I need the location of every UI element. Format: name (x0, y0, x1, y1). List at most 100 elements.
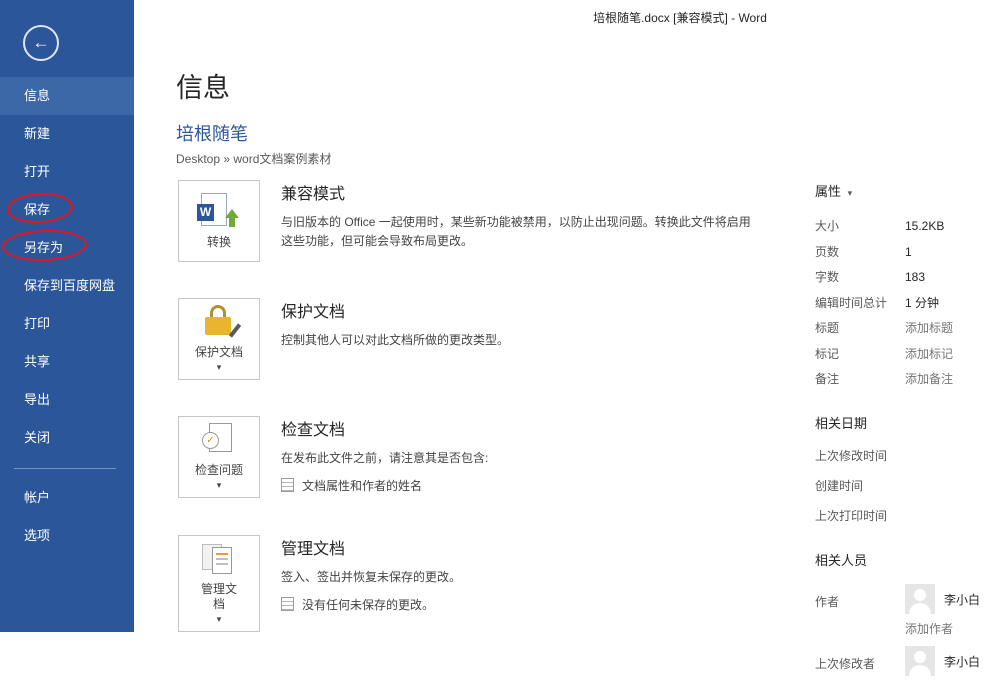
property-value: 15.2KB (905, 219, 944, 233)
properties-title: 属性 (815, 184, 841, 199)
check-for-issues-button[interactable]: ✓ 检查问题 ▾ (178, 416, 260, 498)
manage-section: 管理文档 ▾ 管理文档 签入、签出并恢复未保存的更改。 没有任何未保存的更改。 (178, 535, 461, 632)
related-dates-title: 相关日期 (815, 413, 1005, 432)
property-row-pages: 页数 1 (815, 243, 1005, 260)
back-button[interactable]: ← (23, 25, 59, 61)
inspect-description: 在发布此文件之前，请注意其是否包含: (281, 449, 488, 468)
last-modified-by-label: 上次修改者 (815, 646, 905, 672)
sidebar-item-new[interactable]: 新建 (0, 115, 134, 153)
property-label: 字数 (815, 268, 905, 285)
sidebar-item-options[interactable]: 选项 (0, 517, 134, 555)
inspect-text: 检查文档 在发布此文件之前，请注意其是否包含: 文档属性和作者的姓名 (281, 416, 488, 498)
manage-heading: 管理文档 (281, 535, 461, 559)
property-row-title: 标题 添加标题 (815, 319, 1005, 336)
property-label: 备注 (815, 370, 905, 387)
author-name: 李小白 (944, 591, 980, 608)
property-row-editing-time: 编辑时间总计 1 分钟 (815, 294, 1005, 311)
manage-document-button[interactable]: 管理文档 ▾ (178, 535, 260, 632)
protect-description: 控制其他人可以对此文档所做的更改类型。 (281, 331, 509, 350)
sidebar-item-export[interactable]: 导出 (0, 381, 134, 419)
lock-icon (202, 305, 236, 339)
word-convert-icon: W (199, 193, 239, 229)
compatibility-heading: 兼容模式 (281, 180, 759, 204)
manage-bullet-text: 没有任何未保存的更改。 (302, 596, 434, 613)
property-value: 1 分钟 (905, 294, 939, 311)
back-arrow-icon: ← (33, 33, 50, 53)
backstage-menu: 信息 新建 打开 保存 另存为 保存到百度网盘 打印 共享 导出 关闭 帐户 选… (0, 77, 134, 555)
inspect-heading: 检查文档 (281, 416, 488, 440)
window-title: 培根随笔.docx [兼容模式] - Word (593, 9, 767, 26)
compatibility-description: 与旧版本的 Office 一起使用时，某些新功能被禁用，以防止出现问题。转换此文… (281, 213, 759, 250)
sidebar-item-info[interactable]: 信息 (0, 77, 134, 115)
sidebar-item-save-to-baidu[interactable]: 保存到百度网盘 (0, 267, 134, 305)
compatibility-section: W 转换 兼容模式 与旧版本的 Office 一起使用时，某些新功能被禁用，以防… (178, 180, 759, 262)
protect-text: 保护文档 控制其他人可以对此文档所做的更改类型。 (281, 298, 509, 380)
sidebar-item-save[interactable]: 保存 (0, 191, 134, 229)
property-label: 页数 (815, 243, 905, 260)
last-modified-by-row: 上次修改者 李小白 (815, 646, 1005, 676)
inspect-bullet-text: 文档属性和作者的姓名 (302, 477, 422, 494)
add-tag-link[interactable]: 添加标记 (905, 345, 953, 362)
convert-button[interactable]: W 转换 (178, 180, 260, 262)
inspect-document-icon: ✓ (202, 423, 236, 457)
author-avatar (905, 584, 935, 614)
backstage-sidebar: ← 信息 新建 打开 保存 另存为 保存到百度网盘 打印 共享 导出 关闭 帐户… (0, 0, 134, 632)
property-label: 编辑时间总计 (815, 294, 905, 311)
sidebar-item-save-as[interactable]: 另存为 (0, 229, 134, 267)
inspect-section: ✓ 检查问题 ▾ 检查文档 在发布此文件之前，请注意其是否包含: 文档属性和作者… (178, 416, 488, 498)
add-title-link[interactable]: 添加标题 (905, 319, 953, 336)
unsaved-changes-icon (281, 597, 294, 611)
property-label: 大小 (815, 217, 905, 234)
last-printed-label: 上次打印时间 (815, 507, 1005, 524)
add-author-link[interactable]: 添加作者 (905, 620, 1005, 637)
manage-document-icon (201, 542, 237, 576)
property-value: 183 (905, 270, 925, 284)
title-bar: 培根随笔.docx [兼容模式] - Word (134, 0, 1007, 32)
manage-button-label: 管理文档 (197, 582, 241, 612)
author-row: 作者 李小白 (815, 584, 1005, 614)
manage-description: 签入、签出并恢复未保存的更改。 (281, 568, 461, 587)
chevron-down-icon: ▾ (848, 188, 853, 198)
backstage-info-page: 信息 培根随笔 Desktop » word文档案例素材 W 转换 兼容模式 与… (134, 32, 1007, 632)
check-issues-button-label: 检查问题 (195, 463, 243, 478)
author-person[interactable]: 李小白 (905, 584, 980, 614)
modifier-person[interactable]: 李小白 (905, 646, 980, 676)
chevron-down-icon: ▾ (217, 362, 222, 373)
sidebar-item-account[interactable]: 帐户 (0, 479, 134, 517)
related-people-title: 相关人员 (815, 550, 1005, 569)
property-row-words: 字数 183 (815, 268, 1005, 285)
manage-text: 管理文档 签入、签出并恢复未保存的更改。 没有任何未保存的更改。 (281, 535, 461, 632)
add-comments-link[interactable]: 添加备注 (905, 370, 953, 387)
created-label: 创建时间 (815, 477, 1005, 494)
document-path: Desktop » word文档案例素材 (176, 150, 331, 167)
related-people-block: 作者 李小白 添加作者 上次修改者 李小白 (815, 584, 1005, 676)
properties-dropdown[interactable]: 属性 ▾ (815, 181, 1005, 200)
convert-button-label: 转换 (207, 235, 231, 250)
property-label: 标记 (815, 345, 905, 362)
sidebar-item-open[interactable]: 打开 (0, 153, 134, 191)
protect-button-label: 保护文档 (195, 345, 243, 360)
property-row-size: 大小 15.2KB (815, 217, 1005, 234)
document-properties-icon (281, 478, 294, 492)
protect-document-button[interactable]: 保护文档 ▾ (178, 298, 260, 380)
page-title: 信息 (176, 66, 230, 105)
document-title: 培根随笔 (176, 120, 248, 146)
chevron-down-icon: ▾ (217, 480, 222, 491)
manage-bullet-row: 没有任何未保存的更改。 (281, 596, 461, 613)
protect-heading: 保护文档 (281, 298, 509, 322)
modifier-name: 李小白 (944, 653, 980, 670)
property-row-tags: 标记 添加标记 (815, 345, 1005, 362)
property-label: 标题 (815, 319, 905, 336)
author-label: 作者 (815, 584, 905, 610)
properties-panel: 属性 ▾ 大小 15.2KB 页数 1 字数 183 编辑时间总计 1 分钟 标… (815, 181, 1005, 682)
sidebar-item-close[interactable]: 关闭 (0, 419, 134, 457)
modifier-avatar (905, 646, 935, 676)
sidebar-item-share[interactable]: 共享 (0, 343, 134, 381)
inspect-bullet-row: 文档属性和作者的姓名 (281, 477, 488, 494)
sidebar-divider (14, 468, 116, 469)
property-value: 1 (905, 245, 912, 259)
compatibility-text: 兼容模式 与旧版本的 Office 一起使用时，某些新功能被禁用，以防止出现问题… (281, 180, 759, 262)
protect-section: 保护文档 ▾ 保护文档 控制其他人可以对此文档所做的更改类型。 (178, 298, 509, 380)
chevron-down-icon: ▾ (217, 614, 222, 625)
sidebar-item-print[interactable]: 打印 (0, 305, 134, 343)
